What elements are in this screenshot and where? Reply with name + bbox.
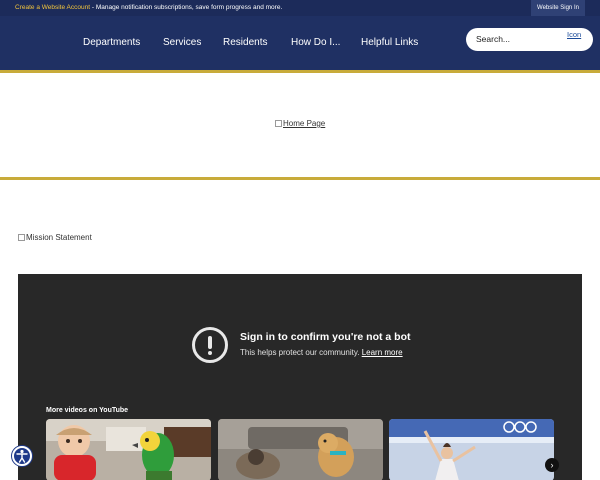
mission-statement-alt: Mission Statement	[26, 233, 92, 242]
home-page-image[interactable]: Home Page	[275, 119, 325, 128]
video-thumbnail[interactable]	[389, 419, 554, 480]
video-thumbnail[interactable]	[46, 419, 211, 480]
nav-helpful-links[interactable]: Helpful Links	[361, 37, 418, 48]
more-videos-heading: More videos on YouTube	[46, 407, 129, 414]
chevron-right-icon[interactable]: ›	[545, 458, 559, 472]
nav-services[interactable]: Services	[163, 37, 201, 48]
home-page-image-alt: Home Page	[283, 119, 326, 128]
youtube-embed[interactable]: Sign in to confirm you're not a bot This…	[18, 274, 582, 480]
header-gold-divider	[0, 70, 600, 73]
accessibility-icon[interactable]	[12, 446, 32, 466]
mission-statement-image: Mission Statement	[18, 233, 92, 242]
bot-check-subtitle: This helps protect our community. Learn …	[240, 348, 403, 357]
notification-bar: Create a Website Account - Manage notifi…	[0, 0, 600, 16]
video-thumbnail[interactable]	[218, 419, 383, 480]
notification-message: Create a Website Account - Manage notifi…	[15, 4, 282, 11]
bot-check-text: This helps protect our community.	[240, 348, 360, 357]
learn-more-link[interactable]: Learn more	[362, 348, 403, 357]
create-account-link[interactable]: Create a Website Account	[15, 4, 90, 11]
nav-residents[interactable]: Residents	[223, 37, 267, 48]
nav-how-do-i[interactable]: How Do I...	[291, 37, 340, 48]
search-input[interactable]	[476, 34, 566, 44]
banner-gold-divider	[0, 177, 600, 180]
search-box: Icon	[466, 28, 593, 51]
broken-image-icon	[18, 234, 25, 241]
bot-check-title: Sign in to confirm you're not a bot	[240, 331, 411, 343]
nav-departments[interactable]: Departments	[83, 37, 140, 48]
alert-icon	[192, 327, 228, 363]
search-icon[interactable]: Icon	[567, 30, 581, 39]
broken-image-icon	[275, 120, 282, 127]
notification-text: - Manage notification subscriptions, sav…	[90, 4, 283, 11]
website-sign-in-button[interactable]: Website Sign In	[531, 0, 585, 16]
main-navigation: Departments Services Residents How Do I.…	[0, 16, 600, 70]
